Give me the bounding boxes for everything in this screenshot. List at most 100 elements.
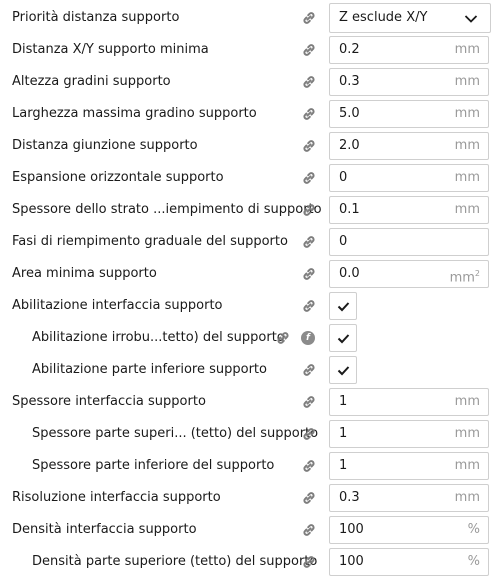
unit-label: mm <box>454 138 480 153</box>
setting-label: Abilitazione parte inferiore supporto <box>32 362 267 377</box>
setting-input[interactable]: 1 mm <box>329 452 489 480</box>
setting-input[interactable]: 0.1 mm <box>329 196 489 224</box>
link-icon[interactable] <box>302 491 316 505</box>
link-icon[interactable] <box>302 139 316 153</box>
link-icon[interactable] <box>302 363 316 377</box>
setting-label: Larghezza massima gradino supporto <box>12 106 257 121</box>
setting-row: Distanza giunzione supporto 2.0 mm <box>0 130 504 162</box>
link-icon[interactable] <box>302 267 316 281</box>
setting-checkbox[interactable] <box>329 292 357 320</box>
support-distance-priority-dropdown[interactable]: Z esclude X/Y <box>329 3 491 33</box>
setting-label: Densità parte superiore (tetto) del supp… <box>32 554 318 569</box>
setting-input[interactable]: 0 <box>329 228 489 256</box>
setting-row: Risoluzione interfaccia supporto 0.3 mm <box>0 482 504 514</box>
setting-input[interactable]: 0.3 mm <box>329 68 489 96</box>
setting-label: Risoluzione interfaccia supporto <box>12 490 221 505</box>
setting-checkbox[interactable] <box>329 324 357 352</box>
input-value: 2.0 <box>339 138 360 153</box>
setting-row: Area minima supporto 0.0 mm2 <box>0 258 504 290</box>
input-value: 0 <box>339 170 348 185</box>
link-icon[interactable] <box>302 427 316 441</box>
unit-label: mm <box>454 106 480 121</box>
setting-row: Densità interfaccia supporto 100% <box>0 514 504 546</box>
unit-label: % <box>467 554 480 569</box>
input-value: 0.2 <box>339 42 360 57</box>
link-icon[interactable] <box>302 395 316 409</box>
dropdown-value: Z esclude X/Y <box>339 10 428 25</box>
setting-input[interactable]: 0.0 mm2 <box>329 260 489 288</box>
link-icon[interactable] <box>276 331 290 345</box>
setting-label: Spessore interfaccia supporto <box>12 394 206 409</box>
input-value: 100 <box>339 522 364 537</box>
setting-input[interactable]: 5.0 mm <box>329 100 489 128</box>
link-icon[interactable] <box>302 11 316 25</box>
setting-row: Larghezza massima gradino supporto 5.0 mm <box>0 98 504 130</box>
input-value: 1 <box>339 426 348 441</box>
link-icon[interactable] <box>302 523 316 537</box>
setting-row: Spessore parte superi... (tetto) del sup… <box>0 418 504 450</box>
unit-label: mm <box>454 170 480 185</box>
setting-label: Distanza giunzione supporto <box>12 138 198 153</box>
unit-label: % <box>467 522 480 537</box>
input-value: 0.0 <box>339 266 360 281</box>
setting-input[interactable]: 1 mm <box>329 388 489 416</box>
unit-label: mm <box>454 74 480 89</box>
setting-row: Abilitazione parte inferiore supporto <box>0 354 504 386</box>
unit-label: mm <box>454 202 480 217</box>
setting-input[interactable]: 0.2 mm <box>329 36 489 64</box>
setting-label: Altezza gradini supporto <box>12 74 171 89</box>
setting-input[interactable]: 100% <box>329 516 489 544</box>
setting-label: Priorità distanza supporto <box>12 10 180 25</box>
setting-row: Distanza X/Y supporto minima 0.2 mm <box>0 34 504 66</box>
unit-label: mm <box>454 426 480 441</box>
function-icon: f <box>301 331 315 345</box>
setting-label: Fasi di riempimento graduale del support… <box>12 234 288 249</box>
setting-label: Densità interfaccia supporto <box>12 522 197 537</box>
setting-row: Spessore interfaccia supporto 1 mm <box>0 386 504 418</box>
input-value: 0.3 <box>339 74 360 89</box>
setting-row: Spessore parte inferiore del supporto 1 mm <box>0 450 504 482</box>
setting-row: Fasi di riempimento graduale del support… <box>0 226 504 258</box>
link-icon[interactable] <box>302 459 316 473</box>
setting-checkbox[interactable] <box>329 356 357 384</box>
input-value: 0.3 <box>339 490 360 505</box>
setting-input[interactable]: 100% <box>329 548 489 576</box>
chevron-down-icon <box>464 13 478 23</box>
setting-label: Abilitazione interfaccia supporto <box>12 298 223 313</box>
link-icon[interactable] <box>302 107 316 121</box>
unit-label: mm2 <box>449 269 480 286</box>
input-value: 0.1 <box>339 202 360 217</box>
input-value: 1 <box>339 394 348 409</box>
link-icon[interactable] <box>302 203 316 217</box>
input-value: 1 <box>339 458 348 473</box>
setting-label: Spessore parte inferiore del supporto <box>32 458 275 473</box>
setting-row: Priorità distanza supporto Z esclude X/Y <box>0 2 504 34</box>
setting-input[interactable]: 0.3 mm <box>329 484 489 512</box>
setting-row: Densità parte superiore (tetto) del supp… <box>0 546 504 578</box>
setting-label: Espansione orizzontale supporto <box>12 170 224 185</box>
link-icon[interactable] <box>302 171 316 185</box>
link-icon[interactable] <box>302 43 316 57</box>
unit-label: mm <box>454 458 480 473</box>
setting-label: Area minima supporto <box>12 266 157 281</box>
unit-label: mm <box>454 42 480 57</box>
setting-row: Abilitazione interfaccia supporto <box>0 290 504 322</box>
setting-label: Distanza X/Y supporto minima <box>12 42 209 57</box>
setting-row: Altezza gradini supporto 0.3 mm <box>0 66 504 98</box>
setting-row: Espansione orizzontale supporto 0 mm <box>0 162 504 194</box>
setting-label: Spessore parte superi... (tetto) del sup… <box>32 426 319 441</box>
unit-label: mm <box>454 490 480 505</box>
link-icon[interactable] <box>302 555 316 569</box>
setting-input[interactable]: 1 mm <box>329 420 489 448</box>
input-value: 0 <box>339 234 348 249</box>
input-value: 5.0 <box>339 106 360 121</box>
setting-input[interactable]: 2.0 mm <box>329 132 489 160</box>
unit-superscript: 2 <box>474 269 480 278</box>
setting-input[interactable]: 0 mm <box>329 164 489 192</box>
link-icon[interactable] <box>302 75 316 89</box>
input-value: 100 <box>339 554 364 569</box>
unit-label: mm <box>454 394 480 409</box>
link-icon[interactable] <box>302 235 316 249</box>
link-icon[interactable] <box>302 299 316 313</box>
setting-row: Abilitazione irrobu...tetto) del support… <box>0 322 504 354</box>
